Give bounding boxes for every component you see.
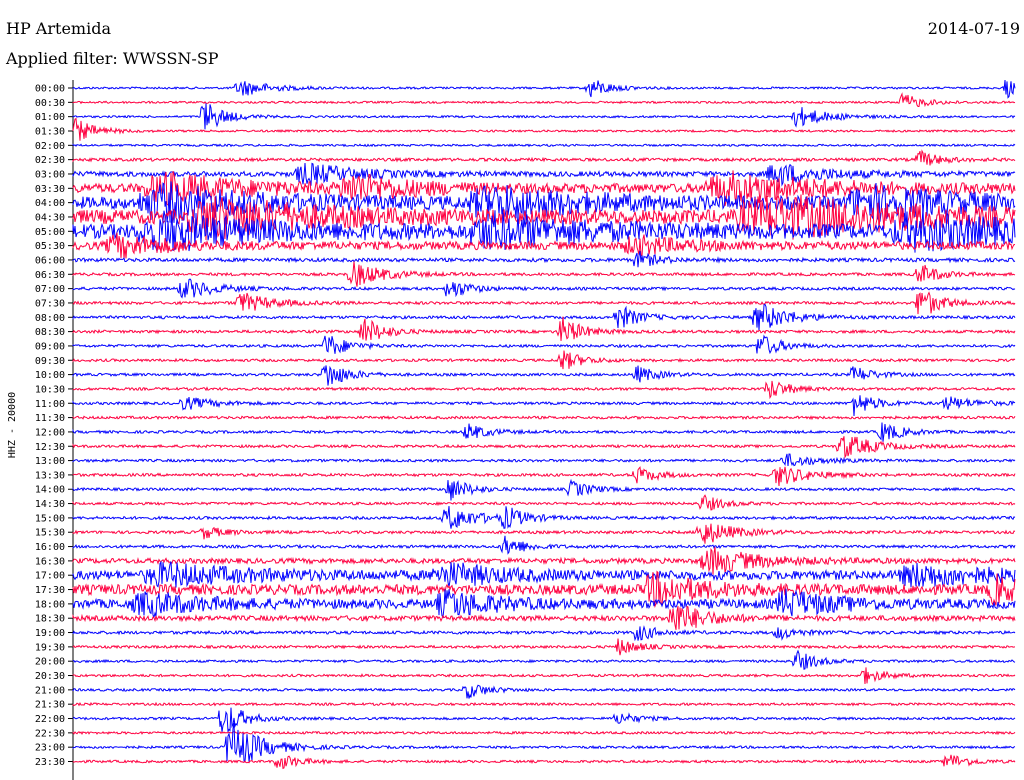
seismic-trace-line [72, 350, 1016, 370]
time-tick-label: 00:30 [35, 98, 65, 109]
seismic-trace-line [72, 754, 1016, 770]
time-tick-label: 14:30 [35, 499, 65, 510]
seismic-trace-line [72, 436, 1016, 459]
seismic-trace-line [72, 79, 1016, 99]
seismic-trace-line [72, 667, 1016, 685]
seismic-trace-line [72, 649, 1016, 670]
seismic-trace-line [72, 523, 1016, 544]
seismic-trace-line [72, 453, 1016, 467]
time-tick-label: 09:30 [35, 356, 65, 367]
seismic-trace-line [72, 422, 1016, 442]
time-tick-label: 03:30 [35, 184, 65, 195]
time-tick-label: 20:00 [35, 657, 65, 668]
y-axis-label: HHZ - 20000 [7, 392, 18, 458]
time-tick-label: 08:00 [35, 313, 65, 324]
seismic-trace-line [72, 117, 1016, 141]
seismic-trace-line [72, 149, 1016, 166]
time-tick-label: 04:00 [35, 198, 65, 209]
time-tick-label: 11:30 [35, 413, 65, 424]
seismic-trace-line [72, 588, 1016, 619]
time-tick-label: 07:30 [35, 298, 65, 309]
seismic-trace-line [72, 466, 1016, 487]
time-tick-label: 16:30 [35, 556, 65, 567]
seismic-trace-line [72, 494, 1016, 511]
time-tick-label: 19:30 [35, 642, 65, 653]
seismic-trace-line [72, 506, 1016, 529]
time-tick-label: 18:00 [35, 599, 65, 610]
helicorder-page: HP Artemida Applied filter: WWSSN-SP 201… [0, 0, 1024, 780]
time-tick-label: 07:00 [35, 284, 65, 295]
seismic-trace-line [72, 560, 1016, 588]
time-tick-label: 10:30 [35, 384, 65, 395]
seismogram-plot: HHZ - 20000 00:00 00:30 01:00 01:30 02:00 02:3… [7, 79, 1016, 780]
time-tick-label: 05:00 [35, 227, 65, 238]
time-tick-label: 21:00 [35, 685, 65, 696]
seismic-trace-line [72, 380, 1016, 400]
time-tick-label: 11:00 [35, 399, 65, 410]
time-tick-label: 21:30 [35, 700, 65, 711]
seismic-trace-line [72, 722, 1016, 763]
time-tick-label: 02:00 [35, 141, 65, 152]
time-tick-label: 15:30 [35, 528, 65, 539]
seismic-trace-line [72, 261, 1016, 287]
time-tick-label: 16:00 [35, 542, 65, 553]
time-tick-label: 17:00 [35, 571, 65, 582]
time-tick-label: 18:30 [35, 614, 65, 625]
seismic-trace-line [72, 103, 1016, 130]
seismic-trace-line [72, 291, 1016, 315]
seismic-trace-line [72, 415, 1016, 421]
seismic-trace-line [72, 395, 1016, 417]
seismic-trace-line [72, 638, 1016, 656]
seismic-trace-line [72, 684, 1016, 699]
time-tick-label: 12:30 [35, 442, 65, 453]
time-tick-label: 13:00 [35, 456, 65, 467]
seismic-trace-line [72, 478, 1016, 501]
time-tick-label: 23:30 [35, 757, 65, 768]
seismic-trace-line [72, 730, 1016, 736]
time-tick-label: 17:30 [35, 585, 65, 596]
seismic-trace-line [72, 535, 1016, 555]
seismic-trace-line [72, 162, 1016, 187]
seismic-trace-line [72, 250, 1016, 268]
time-tick-label: 05:30 [35, 241, 65, 252]
time-tick-label: 04:30 [35, 212, 65, 223]
time-tick-label: 22:30 [35, 728, 65, 739]
time-tick-label: 06:00 [35, 255, 65, 266]
time-tick-label: 08:30 [35, 327, 65, 338]
seismic-trace-line [72, 278, 1016, 299]
seismic-trace-line [72, 701, 1016, 707]
time-tick-label: 01:30 [35, 126, 65, 137]
time-tick-label: 01:00 [35, 112, 65, 123]
time-tick-label: 23:00 [35, 743, 65, 754]
time-tick-label: 09:00 [35, 341, 65, 352]
time-tick-label: 19:00 [35, 628, 65, 639]
time-tick-label: 22:00 [35, 714, 65, 725]
time-tick-label: 13:30 [35, 470, 65, 481]
seismic-trace-line [72, 316, 1016, 341]
time-tick-label: 20:30 [35, 671, 65, 682]
seismic-trace-line [72, 625, 1016, 642]
seismic-trace-line [72, 707, 1016, 734]
time-tick-label: 03:00 [35, 169, 65, 180]
time-tick-label: 00:00 [35, 84, 65, 95]
seismic-trace-line [72, 334, 1016, 355]
time-tick-label: 14:00 [35, 485, 65, 496]
seismic-trace-line [72, 303, 1016, 331]
time-tick-label: 15:00 [35, 513, 65, 524]
time-tick-label: 06:30 [35, 270, 65, 281]
seismic-trace-line [72, 92, 1016, 108]
time-tick-label: 10:00 [35, 370, 65, 381]
seismic-trace-line [72, 143, 1016, 148]
time-tick-label: 02:30 [35, 155, 65, 166]
seismic-trace-line [72, 365, 1016, 386]
time-tick-label: 12:00 [35, 427, 65, 438]
